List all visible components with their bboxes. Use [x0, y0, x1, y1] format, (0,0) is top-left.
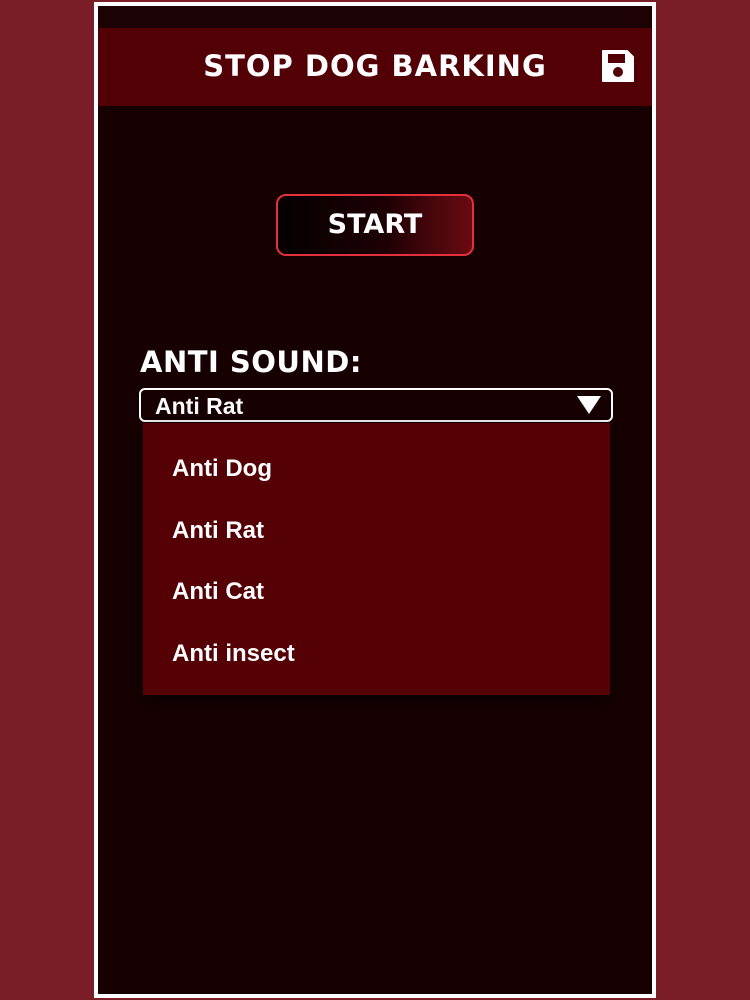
dropdown-option-anti-insect[interactable]: Anti insect: [172, 640, 295, 668]
dropdown-option-anti-cat[interactable]: Anti Cat: [172, 578, 264, 606]
dropdown-arrow-icon: [577, 396, 601, 414]
anti-sound-label: ANTI SOUND:: [140, 345, 362, 379]
app-title: STOP DOG BARKING: [203, 49, 547, 83]
phone-screen: STOP DOG BARKING START ANTI SOUND: Anti …: [94, 2, 656, 998]
anti-sound-dropdown: Anti Dog Anti Rat Anti Cat Anti insect: [143, 423, 610, 695]
app-bar: STOP DOG BARKING: [98, 28, 652, 106]
anti-sound-select[interactable]: Anti Rat: [139, 388, 613, 422]
start-button[interactable]: START: [276, 194, 474, 256]
save-button[interactable]: [600, 48, 636, 84]
dropdown-option-anti-dog[interactable]: Anti Dog: [172, 455, 272, 483]
select-value: Anti Rat: [155, 393, 244, 419]
status-bar: [98, 6, 652, 28]
dropdown-option-anti-rat[interactable]: Anti Rat: [172, 517, 264, 545]
floppy-disk-icon: [602, 50, 634, 82]
